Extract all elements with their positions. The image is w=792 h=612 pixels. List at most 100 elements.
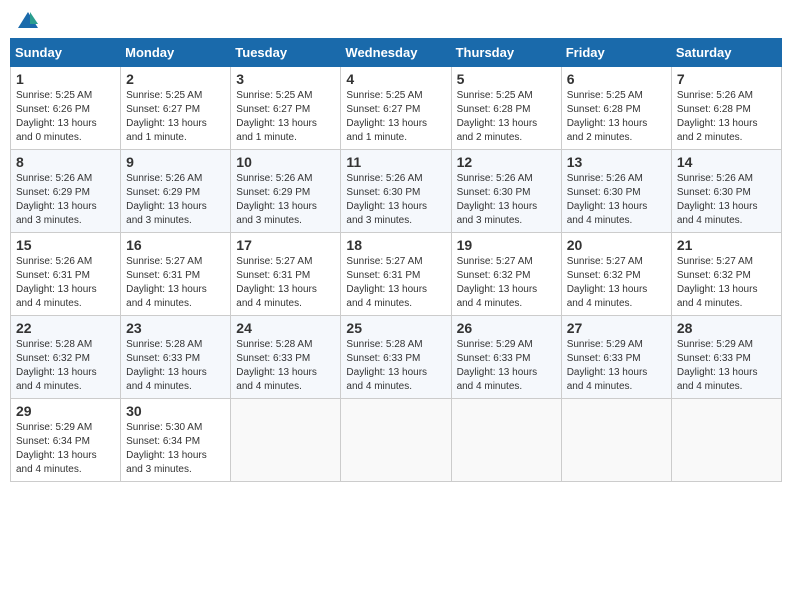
day-info: Sunrise: 5:26 AMSunset: 6:29 PMDaylight:… bbox=[236, 172, 335, 228]
calendar-cell: 18 Sunrise: 5:27 AMSunset: 6:31 PMDayligh… bbox=[341, 233, 451, 316]
day-number: 11 bbox=[346, 154, 445, 170]
page-header bbox=[10, 10, 782, 30]
calendar-cell: 25 Sunrise: 5:28 AMSunset: 6:33 PMDayligh… bbox=[341, 316, 451, 399]
day-number: 25 bbox=[346, 320, 445, 336]
calendar-cell: 8 Sunrise: 5:26 AMSunset: 6:29 PMDaylight… bbox=[11, 150, 121, 233]
weekday-header-saturday: Saturday bbox=[671, 39, 781, 67]
calendar-cell: 3 Sunrise: 5:25 AMSunset: 6:27 PMDaylight… bbox=[231, 67, 341, 150]
day-number: 1 bbox=[16, 71, 115, 87]
day-number: 13 bbox=[567, 154, 666, 170]
day-number: 29 bbox=[16, 403, 115, 419]
logo-icon bbox=[16, 10, 40, 30]
day-info: Sunrise: 5:29 AMSunset: 6:33 PMDaylight:… bbox=[677, 338, 776, 394]
day-info: Sunrise: 5:29 AMSunset: 6:33 PMDaylight:… bbox=[567, 338, 666, 394]
day-info: Sunrise: 5:25 AMSunset: 6:27 PMDaylight:… bbox=[236, 89, 335, 145]
day-info: Sunrise: 5:27 AMSunset: 6:31 PMDaylight:… bbox=[126, 255, 225, 311]
day-info: Sunrise: 5:27 AMSunset: 6:31 PMDaylight:… bbox=[236, 255, 335, 311]
day-number: 10 bbox=[236, 154, 335, 170]
day-info: Sunrise: 5:25 AMSunset: 6:27 PMDaylight:… bbox=[126, 89, 225, 145]
day-info: Sunrise: 5:28 AMSunset: 6:32 PMDaylight:… bbox=[16, 338, 115, 394]
calendar-cell: 10 Sunrise: 5:26 AMSunset: 6:29 PMDayligh… bbox=[231, 150, 341, 233]
day-number: 20 bbox=[567, 237, 666, 253]
day-info: Sunrise: 5:26 AMSunset: 6:31 PMDaylight:… bbox=[16, 255, 115, 311]
calendar-cell: 30 Sunrise: 5:30 AMSunset: 6:34 PMDayligh… bbox=[121, 399, 231, 482]
calendar-cell: 9 Sunrise: 5:26 AMSunset: 6:29 PMDaylight… bbox=[121, 150, 231, 233]
day-number: 6 bbox=[567, 71, 666, 87]
calendar-week-5: 29 Sunrise: 5:29 AMSunset: 6:34 PMDayligh… bbox=[11, 399, 782, 482]
calendar-cell: 2Sunrise: 5:25 AMSunset: 6:27 PMDaylight… bbox=[121, 67, 231, 150]
day-number: 27 bbox=[567, 320, 666, 336]
calendar-cell bbox=[341, 399, 451, 482]
calendar-cell: 1 Sunrise: 5:25 AMSunset: 6:26 PMDaylight… bbox=[11, 67, 121, 150]
weekday-header-sunday: Sunday bbox=[11, 39, 121, 67]
day-info: Sunrise: 5:27 AMSunset: 6:31 PMDaylight:… bbox=[346, 255, 445, 311]
calendar-cell: 27 Sunrise: 5:29 AMSunset: 6:33 PMDayligh… bbox=[561, 316, 671, 399]
day-number: 26 bbox=[457, 320, 556, 336]
day-number: 19 bbox=[457, 237, 556, 253]
calendar-cell: 29 Sunrise: 5:29 AMSunset: 6:34 PMDayligh… bbox=[11, 399, 121, 482]
calendar-cell: 22 Sunrise: 5:28 AMSunset: 6:32 PMDayligh… bbox=[11, 316, 121, 399]
calendar-week-4: 22 Sunrise: 5:28 AMSunset: 6:32 PMDayligh… bbox=[11, 316, 782, 399]
calendar-week-3: 15 Sunrise: 5:26 AMSunset: 6:31 PMDayligh… bbox=[11, 233, 782, 316]
calendar-cell: 7 Sunrise: 5:26 AMSunset: 6:28 PMDaylight… bbox=[671, 67, 781, 150]
calendar-week-2: 8 Sunrise: 5:26 AMSunset: 6:29 PMDaylight… bbox=[11, 150, 782, 233]
calendar-week-1: 1 Sunrise: 5:25 AMSunset: 6:26 PMDaylight… bbox=[11, 67, 782, 150]
day-info: Sunrise: 5:30 AMSunset: 6:34 PMDaylight:… bbox=[126, 421, 225, 477]
day-info: Sunrise: 5:26 AMSunset: 6:29 PMDaylight:… bbox=[126, 172, 225, 228]
calendar-cell bbox=[671, 399, 781, 482]
day-info: Sunrise: 5:27 AMSunset: 6:32 PMDaylight:… bbox=[457, 255, 556, 311]
calendar-cell bbox=[561, 399, 671, 482]
day-number: 5 bbox=[457, 71, 556, 87]
day-info: Sunrise: 5:25 AMSunset: 6:28 PMDaylight:… bbox=[457, 89, 556, 145]
day-number: 23 bbox=[126, 320, 225, 336]
weekday-header-tuesday: Tuesday bbox=[231, 39, 341, 67]
calendar-cell: 26Sunrise: 5:29 AMSunset: 6:33 PMDayligh… bbox=[451, 316, 561, 399]
day-info: Sunrise: 5:26 AMSunset: 6:28 PMDaylight:… bbox=[677, 89, 776, 145]
day-number: 4 bbox=[346, 71, 445, 87]
day-number: 9 bbox=[126, 154, 225, 170]
day-number: 24 bbox=[236, 320, 335, 336]
weekday-header-monday: Monday bbox=[121, 39, 231, 67]
weekday-header-friday: Friday bbox=[561, 39, 671, 67]
day-number: 30 bbox=[126, 403, 225, 419]
day-info: Sunrise: 5:27 AMSunset: 6:32 PMDaylight:… bbox=[567, 255, 666, 311]
day-number: 16 bbox=[126, 237, 225, 253]
calendar-cell: 5 Sunrise: 5:25 AMSunset: 6:28 PMDaylight… bbox=[451, 67, 561, 150]
calendar-table: SundayMondayTuesdayWednesdayThursdayFrid… bbox=[10, 38, 782, 482]
day-info: Sunrise: 5:26 AMSunset: 6:30 PMDaylight:… bbox=[457, 172, 556, 228]
day-info: Sunrise: 5:25 AMSunset: 6:26 PMDaylight:… bbox=[16, 89, 115, 145]
day-number: 14 bbox=[677, 154, 776, 170]
calendar-cell: 4Sunrise: 5:25 AMSunset: 6:27 PMDaylight… bbox=[341, 67, 451, 150]
day-number: 18 bbox=[346, 237, 445, 253]
day-info: Sunrise: 5:27 AMSunset: 6:32 PMDaylight:… bbox=[677, 255, 776, 311]
weekday-header-wednesday: Wednesday bbox=[341, 39, 451, 67]
day-info: Sunrise: 5:29 AMSunset: 6:34 PMDaylight:… bbox=[16, 421, 115, 477]
calendar-cell: 15 Sunrise: 5:26 AMSunset: 6:31 PMDayligh… bbox=[11, 233, 121, 316]
day-number: 7 bbox=[677, 71, 776, 87]
calendar-cell: 6 Sunrise: 5:25 AMSunset: 6:28 PMDaylight… bbox=[561, 67, 671, 150]
day-number: 8 bbox=[16, 154, 115, 170]
calendar-cell: 20 Sunrise: 5:27 AMSunset: 6:32 PMDayligh… bbox=[561, 233, 671, 316]
weekday-header-row: SundayMondayTuesdayWednesdayThursdayFrid… bbox=[11, 39, 782, 67]
calendar-cell: 21 Sunrise: 5:27 AMSunset: 6:32 PMDayligh… bbox=[671, 233, 781, 316]
day-number: 3 bbox=[236, 71, 335, 87]
day-info: Sunrise: 5:25 AMSunset: 6:28 PMDaylight:… bbox=[567, 89, 666, 145]
day-number: 21 bbox=[677, 237, 776, 253]
calendar-cell bbox=[231, 399, 341, 482]
day-number: 28 bbox=[677, 320, 776, 336]
day-info: Sunrise: 5:26 AMSunset: 6:30 PMDaylight:… bbox=[567, 172, 666, 228]
calendar-cell: 11 Sunrise: 5:26 AMSunset: 6:30 PMDayligh… bbox=[341, 150, 451, 233]
day-info: Sunrise: 5:28 AMSunset: 6:33 PMDaylight:… bbox=[346, 338, 445, 394]
logo bbox=[14, 10, 40, 30]
day-info: Sunrise: 5:26 AMSunset: 6:30 PMDaylight:… bbox=[346, 172, 445, 228]
calendar-cell: 17Sunrise: 5:27 AMSunset: 6:31 PMDayligh… bbox=[231, 233, 341, 316]
calendar-cell bbox=[451, 399, 561, 482]
day-number: 15 bbox=[16, 237, 115, 253]
day-info: Sunrise: 5:26 AMSunset: 6:29 PMDaylight:… bbox=[16, 172, 115, 228]
day-info: Sunrise: 5:28 AMSunset: 6:33 PMDaylight:… bbox=[236, 338, 335, 394]
day-info: Sunrise: 5:28 AMSunset: 6:33 PMDaylight:… bbox=[126, 338, 225, 394]
calendar-cell: 19 Sunrise: 5:27 AMSunset: 6:32 PMDayligh… bbox=[451, 233, 561, 316]
calendar-cell: 14Sunrise: 5:26 AMSunset: 6:30 PMDayligh… bbox=[671, 150, 781, 233]
calendar-cell: 13 Sunrise: 5:26 AMSunset: 6:30 PMDayligh… bbox=[561, 150, 671, 233]
day-number: 22 bbox=[16, 320, 115, 336]
